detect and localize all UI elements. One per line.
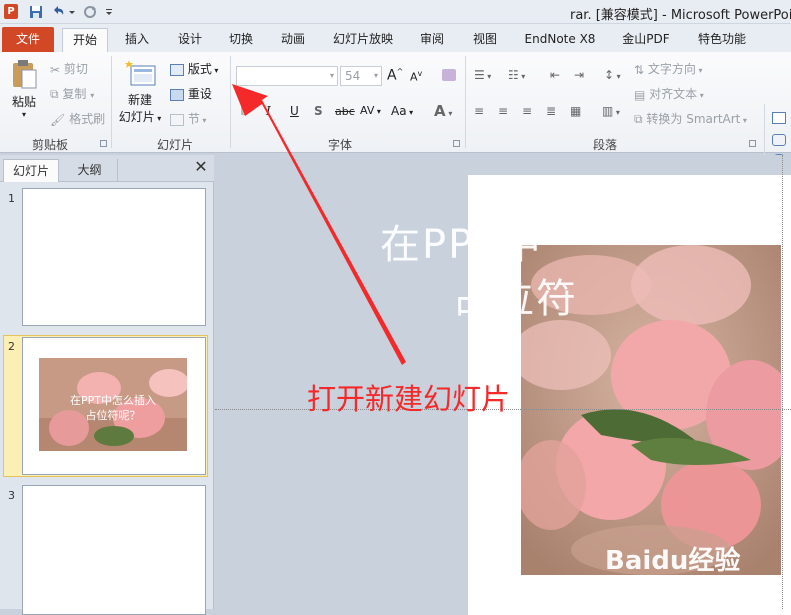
baidu-watermark-logo: Baidu经验 bbox=[605, 546, 741, 576]
baidu-watermark-url: jingyan.baidu.com bbox=[608, 573, 747, 591]
annotation-text: 打开新建幻灯片 bbox=[307, 382, 511, 416]
annotation-arrow bbox=[232, 84, 406, 365]
